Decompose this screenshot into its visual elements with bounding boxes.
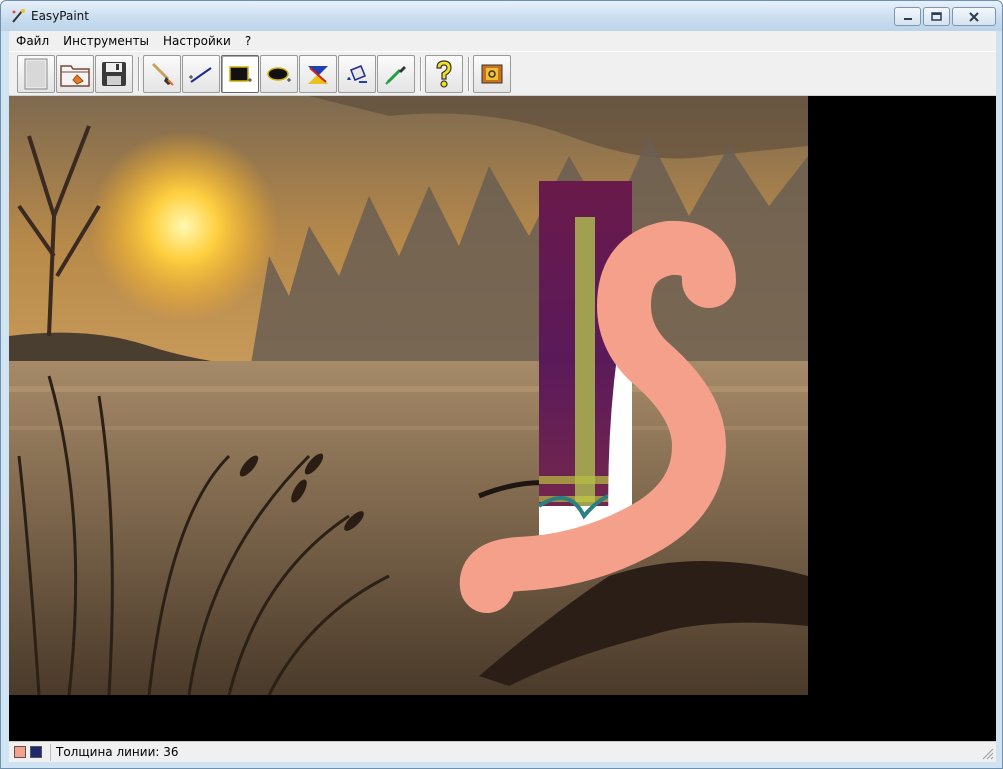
app-icon	[12, 9, 25, 23]
maximize-button[interactable]	[923, 7, 950, 26]
caption-buttons	[894, 7, 996, 26]
toolbar	[9, 51, 996, 96]
ellipse-icon	[267, 67, 291, 82]
brush-icon	[151, 62, 174, 86]
fill-tool-button[interactable]	[338, 55, 376, 93]
save-button[interactable]	[95, 55, 133, 93]
menu-bar: Файл Инструменты Настройки ?	[9, 31, 996, 51]
rectangle-tool-button[interactable]	[221, 55, 259, 93]
close-icon	[969, 11, 979, 22]
menu-tools[interactable]: Инструменты	[56, 31, 156, 51]
eraser-icon	[308, 66, 328, 84]
color-swatches	[11, 744, 51, 761]
line-tool-button[interactable]	[182, 55, 220, 93]
brush-tool-button[interactable]	[143, 55, 181, 93]
color-picker-button[interactable]	[377, 55, 415, 93]
fill-bucket-icon	[347, 65, 367, 83]
close-button[interactable]	[952, 7, 996, 26]
menu-settings[interactable]: Настройки	[156, 31, 238, 51]
toolbar-separator	[138, 57, 140, 91]
new-file-icon	[24, 58, 48, 90]
line-width-status: Толщина линии: 36	[56, 745, 179, 759]
minimize-icon	[903, 17, 912, 20]
ellipse-tool-button[interactable]	[260, 55, 298, 93]
primary-color-swatch[interactable]	[14, 746, 26, 758]
line-icon	[189, 67, 212, 83]
save-disk-icon	[102, 62, 126, 86]
menu-help[interactable]: ?	[238, 31, 258, 51]
open-button[interactable]	[56, 55, 94, 93]
canvas-image	[9, 96, 808, 695]
rectangle-icon	[229, 66, 252, 82]
new-button[interactable]	[17, 55, 55, 93]
client-area: Файл Инструменты Настройки ? Толщина лин…	[9, 31, 996, 762]
settings-icon	[481, 64, 503, 84]
status-bar: Толщина линии: 36	[9, 741, 996, 762]
eraser-tool-button[interactable]	[299, 55, 337, 93]
color-picker-icon	[385, 66, 406, 85]
toolbar-separator	[468, 57, 470, 91]
app-window: EasyPaint Файл Инструменты Настройки ? Т…	[0, 0, 1003, 769]
resize-grip-icon[interactable]	[980, 746, 994, 760]
menu-file[interactable]: Файл	[9, 31, 56, 51]
minimize-button[interactable]	[894, 7, 921, 26]
window-title: EasyPaint	[31, 9, 89, 23]
title-bar[interactable]: EasyPaint	[1, 1, 1002, 31]
toolbar-separator	[420, 57, 422, 91]
help-icon	[436, 60, 452, 88]
drawing-canvas[interactable]	[9, 96, 996, 741]
maximize-icon	[931, 12, 942, 21]
help-button[interactable]	[425, 55, 463, 93]
open-folder-icon	[60, 65, 90, 87]
settings-button[interactable]	[473, 55, 511, 93]
secondary-color-swatch[interactable]	[30, 746, 42, 758]
